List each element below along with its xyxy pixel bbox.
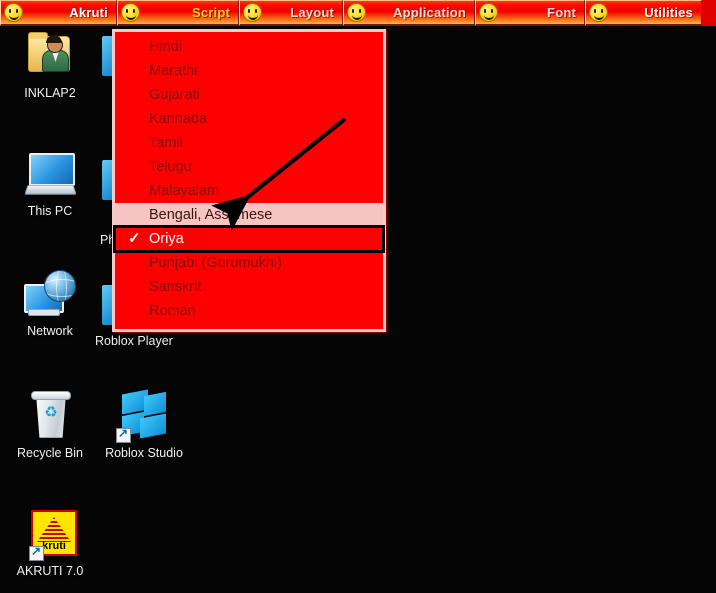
check-icon: ✓ [128,230,141,247]
toolbar-menu-label: Layout [290,5,334,20]
menu-item-marathi[interactable]: Marathi [115,59,383,83]
toolbar-menu-label: Application [393,5,466,20]
menu-item-oriya[interactable]: ✓ Oriya [113,225,385,253]
menu-item-label: Bengali, Assamese [149,207,273,223]
menu-item-gujarati[interactable]: Gujarati [115,83,383,107]
roblox-icon [116,389,172,443]
menu-item-punjabi-gurumukhi[interactable]: Punjabi (Gurumukhi) [115,251,383,275]
toolbar-menu-utilities[interactable]: Utilities [585,0,702,26]
smiley-icon [4,3,23,22]
desktop-icon-network[interactable]: Network [4,268,96,338]
menu-item-label: Marathi [149,63,198,79]
akruti-toolbar: Akruti Script Layout Application Font Utiliti… [0,0,716,26]
menu-item-label: Telugu [149,159,192,175]
smiley-icon [589,3,608,22]
desktop-icon-inklap2[interactable]: INKLAP2 [4,30,96,100]
toolbar-menu-label: Script [191,5,230,20]
smiley-icon [479,3,498,22]
menu-item-bengali-assamese[interactable]: Bengali, Assamese [115,203,383,227]
desktop-icon-label: AKRUTI 7.0 [16,564,84,578]
desktop-icon-label: This PC [27,204,73,218]
menu-item-label: Oriya [149,231,184,247]
desktop-screen: Akruti Script Layout Application Font Utiliti… [0,0,716,593]
menu-item-label: Tamil [149,135,183,151]
menu-item-label: Malayalam [149,183,220,199]
toolbar-menu-akruti[interactable]: Akruti [0,0,117,26]
akruti-icon: kruti [22,508,78,561]
toolbar-menu-label: Font [547,5,576,20]
desktop-icon-recycle-bin[interactable]: ♻ Recycle Bin [4,390,96,460]
menu-item-hindi[interactable]: Hindi [115,35,383,59]
smiley-icon [121,3,140,22]
menu-item-label: Hindi [149,39,183,55]
menu-item-label: Punjabi (Gurumukhi) [149,255,282,271]
desktop-icon-label: Network [27,324,73,338]
desktop-icon-roblox-studio[interactable]: Roblox Studio [98,389,190,460]
menu-item-malayalam[interactable]: Malayalam [115,179,383,203]
shortcut-overlay-icon [116,426,131,443]
smiley-icon [243,3,262,22]
menu-item-label: Sanskrit [149,279,202,295]
menu-item-kannada[interactable]: Kannada [115,107,383,131]
desktop-icon-label: Recycle Bin [17,446,83,460]
globe-network-icon [22,268,78,320]
desktop-icon-label: Roblox Studio [105,446,183,460]
toolbar-menu-font[interactable]: Font [475,0,585,26]
menu-item-roman[interactable]: Roman [115,299,383,323]
recycle-bin-icon: ♻ [22,390,78,442]
toolbar-menu-label: Utilities [644,5,693,20]
menu-item-label: Roman [149,303,196,319]
monitor-icon [22,148,78,200]
shortcut-overlay-icon [29,544,44,561]
desktop-icon-label: INKLAP2 [24,86,76,100]
desktop-icon-akruti-70[interactable]: kruti AKRUTI 7.0 [4,508,96,578]
toolbar-menu-label: Akruti [69,5,108,20]
smiley-icon [347,3,366,22]
menu-item-label: Kannada [149,111,208,127]
folder-user-icon [22,30,78,82]
toolbar-menu-layout[interactable]: Layout [239,0,343,26]
menu-item-tamil[interactable]: Tamil [115,131,383,155]
menu-item-sanskrit[interactable]: Sanskrit [115,275,383,299]
toolbar-menu-script[interactable]: Script [117,0,239,26]
roblox-player-label: Roblox Player [95,334,173,348]
toolbar-menu-application[interactable]: Application [343,0,475,26]
script-dropdown-menu[interactable]: Hindi Marathi Gujarati Kannada Tamil Telugu Ma… [112,29,386,332]
menu-item-label: Gujarati [149,87,200,103]
menu-item-telugu[interactable]: Telugu [115,155,383,179]
desktop-icon-this-pc[interactable]: This PC [4,148,96,218]
